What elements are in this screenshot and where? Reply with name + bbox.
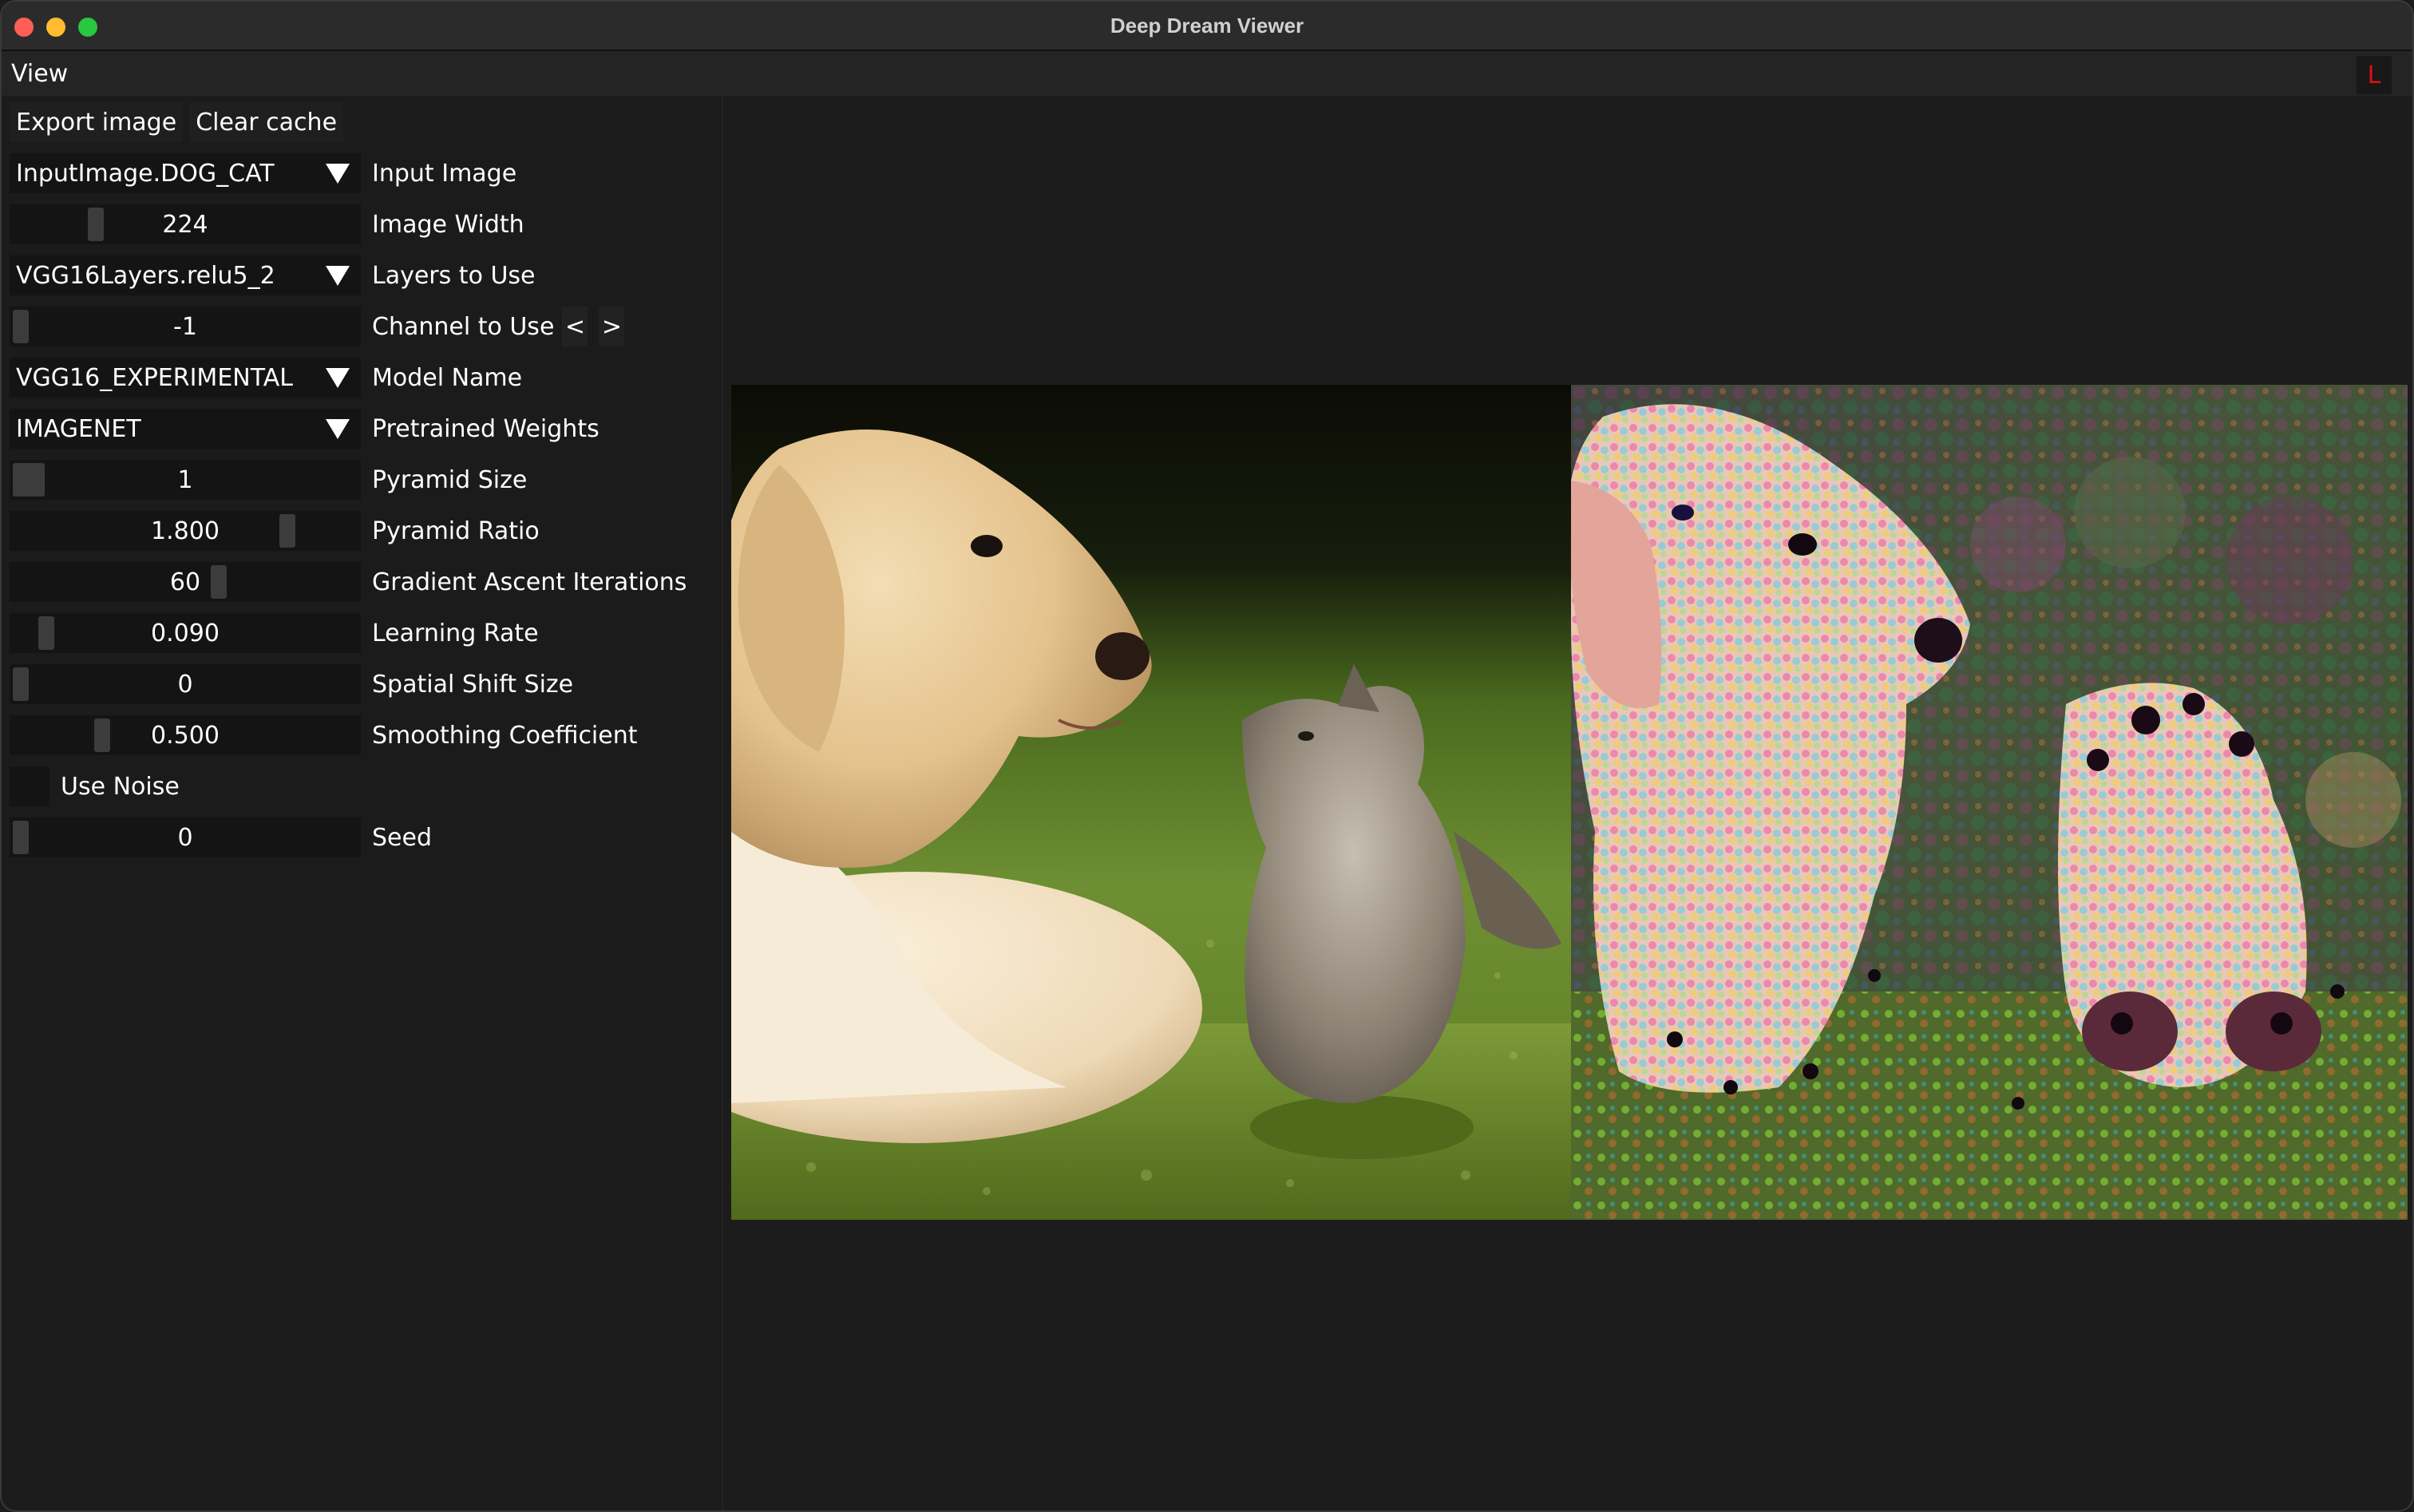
channel-row: -1 Channel to Use < > xyxy=(10,307,625,346)
clear-cache-button[interactable]: Clear cache xyxy=(189,102,344,142)
seed-slider[interactable]: 0 xyxy=(10,817,361,857)
learning-rate-value: 0.090 xyxy=(151,619,220,647)
window-title: Deep Dream Viewer xyxy=(1110,13,1304,38)
input-image-value: InputImage.DOG_CAT xyxy=(16,159,275,188)
model-label: Model Name xyxy=(372,363,523,392)
use-noise-checkbox[interactable] xyxy=(10,766,49,806)
seed-label: Seed xyxy=(372,823,432,852)
seed-row: 0 Seed xyxy=(10,817,432,857)
triangle-down-icon xyxy=(326,265,350,286)
pyramid-size-label: Pyramid Size xyxy=(372,465,528,494)
layers-label: Layers to Use xyxy=(372,261,536,290)
learning-rate-row: 0.090 Learning Rate xyxy=(10,613,539,653)
dreamed-image xyxy=(1571,385,2408,1220)
triangle-down-icon xyxy=(326,367,350,388)
window-controls xyxy=(14,18,97,37)
model-dropdown[interactable]: VGG16_EXPERIMENTAL xyxy=(10,358,361,398)
learning-rate-slider[interactable]: 0.090 xyxy=(10,613,361,653)
channel-slider[interactable]: -1 xyxy=(10,307,361,346)
channel-value: -1 xyxy=(173,312,197,341)
iterations-slider[interactable]: 60 xyxy=(10,562,361,602)
menu-view[interactable]: View xyxy=(2,60,68,88)
image-comparison xyxy=(731,385,2408,1220)
original-image xyxy=(731,385,1571,1220)
model-value: VGG16_EXPERIMENTAL xyxy=(16,363,293,392)
spatial-shift-label: Spatial Shift Size xyxy=(372,670,574,699)
spatial-shift-row: 0 Spatial Shift Size xyxy=(10,664,573,704)
settings-panel: Export image Clear cache InputImage.DOG_… xyxy=(2,96,723,1510)
export-image-button[interactable]: Export image xyxy=(10,102,184,142)
pyramid-ratio-value: 1.800 xyxy=(151,517,220,545)
model-row: VGG16_EXPERIMENTAL Model Name xyxy=(10,358,522,398)
pyramid-size-row: 1 Pyramid Size xyxy=(10,460,527,500)
layers-row: VGG16Layers.relu5_2 Layers to Use xyxy=(10,255,536,295)
channel-prev-button[interactable]: < xyxy=(562,307,588,346)
app-window: Deep Dream Viewer View L Export image Cl… xyxy=(0,0,2414,1512)
smoothing-label: Smoothing Coefficient xyxy=(372,721,638,750)
menu-bar: View L xyxy=(2,51,2412,96)
maximize-icon[interactable] xyxy=(78,18,97,37)
layers-value: VGG16Layers.relu5_2 xyxy=(16,261,275,290)
input-image-dropdown[interactable]: InputImage.DOG_CAT xyxy=(10,153,361,193)
smoothing-row: 0.500 Smoothing Coefficient xyxy=(10,715,638,755)
minimize-icon[interactable] xyxy=(46,18,65,37)
pyramid-ratio-slider[interactable]: 1.800 xyxy=(10,511,361,551)
spatial-shift-value: 0 xyxy=(177,670,193,699)
input-image-label: Input Image xyxy=(372,159,517,188)
image-viewport xyxy=(725,96,2412,1510)
iterations-value: 60 xyxy=(169,568,201,596)
image-width-row: 224 Image Width xyxy=(10,204,524,244)
smoothing-value: 0.500 xyxy=(151,721,220,750)
channel-label: Channel to Use xyxy=(372,312,555,341)
spatial-shift-slider[interactable]: 0 xyxy=(10,664,361,704)
seed-value: 0 xyxy=(177,823,193,852)
learning-rate-label: Learning Rate xyxy=(372,619,539,647)
use-noise-row: Use Noise xyxy=(10,766,180,806)
smoothing-slider[interactable]: 0.500 xyxy=(10,715,361,755)
layers-dropdown[interactable]: VGG16Layers.relu5_2 xyxy=(10,255,361,295)
pyramid-ratio-label: Pyramid Ratio xyxy=(372,517,540,545)
weights-label: Pretrained Weights xyxy=(372,414,600,443)
use-noise-label: Use Noise xyxy=(61,772,180,801)
menu-flag-indicator: L xyxy=(2357,56,2392,94)
triangle-down-icon xyxy=(326,163,350,184)
weights-dropdown[interactable]: IMAGENET xyxy=(10,409,361,449)
weights-value: IMAGENET xyxy=(16,414,141,443)
toolbar-row: Export image Clear cache xyxy=(10,102,350,142)
iterations-label: Gradient Ascent Iterations xyxy=(372,568,687,596)
image-width-value: 224 xyxy=(162,210,208,239)
triangle-down-icon xyxy=(326,418,350,439)
input-image-row: InputImage.DOG_CAT Input Image xyxy=(10,153,516,193)
close-icon[interactable] xyxy=(14,18,34,37)
pyramid-size-slider[interactable]: 1 xyxy=(10,460,361,500)
channel-next-button[interactable]: > xyxy=(599,307,625,346)
pyramid-ratio-row: 1.800 Pyramid Ratio xyxy=(10,511,540,551)
image-width-label: Image Width xyxy=(372,210,524,239)
title-bar: Deep Dream Viewer xyxy=(2,2,2412,51)
pyramid-size-value: 1 xyxy=(177,465,193,494)
image-width-slider[interactable]: 224 xyxy=(10,204,361,244)
weights-row: IMAGENET Pretrained Weights xyxy=(10,409,600,449)
iterations-row: 60 Gradient Ascent Iterations xyxy=(10,562,687,602)
